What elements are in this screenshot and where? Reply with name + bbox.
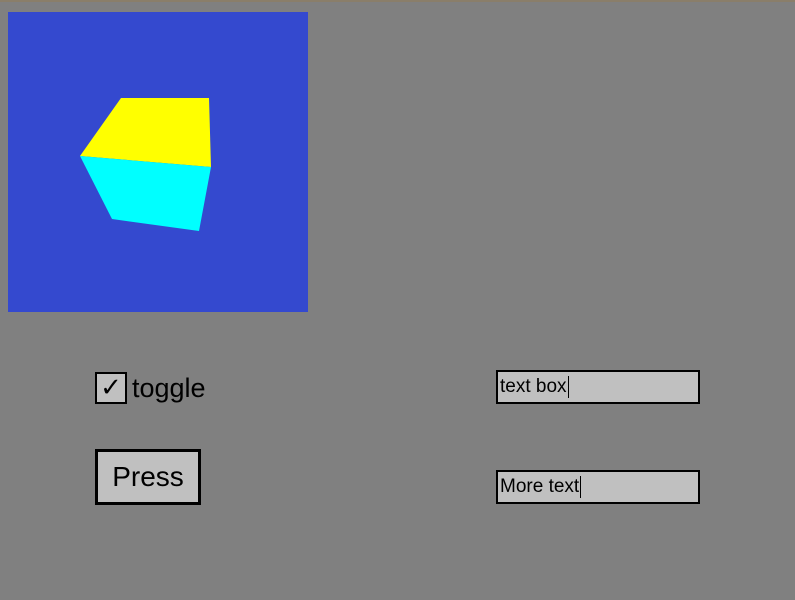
cube-render: [80, 98, 211, 231]
text-caret: [580, 476, 582, 498]
toggle-label[interactable]: toggle: [132, 374, 206, 402]
toggle-row: ✓ toggle: [95, 370, 206, 406]
text-caret: [567, 376, 569, 398]
text-box-2[interactable]: More text: [496, 470, 700, 504]
press-button[interactable]: Press: [95, 449, 201, 505]
text-box-1-value: text box: [500, 376, 567, 397]
cube-top-face: [80, 98, 211, 167]
3d-viewport[interactable]: [8, 12, 308, 312]
text-box-2-value: More text: [500, 476, 580, 497]
text-box-1[interactable]: text box: [496, 370, 700, 404]
checkmark-icon: ✓: [100, 373, 122, 403]
window-top-border: [0, 0, 795, 2]
cube-front-face: [80, 156, 211, 231]
toggle-checkbox[interactable]: ✓: [95, 372, 127, 404]
